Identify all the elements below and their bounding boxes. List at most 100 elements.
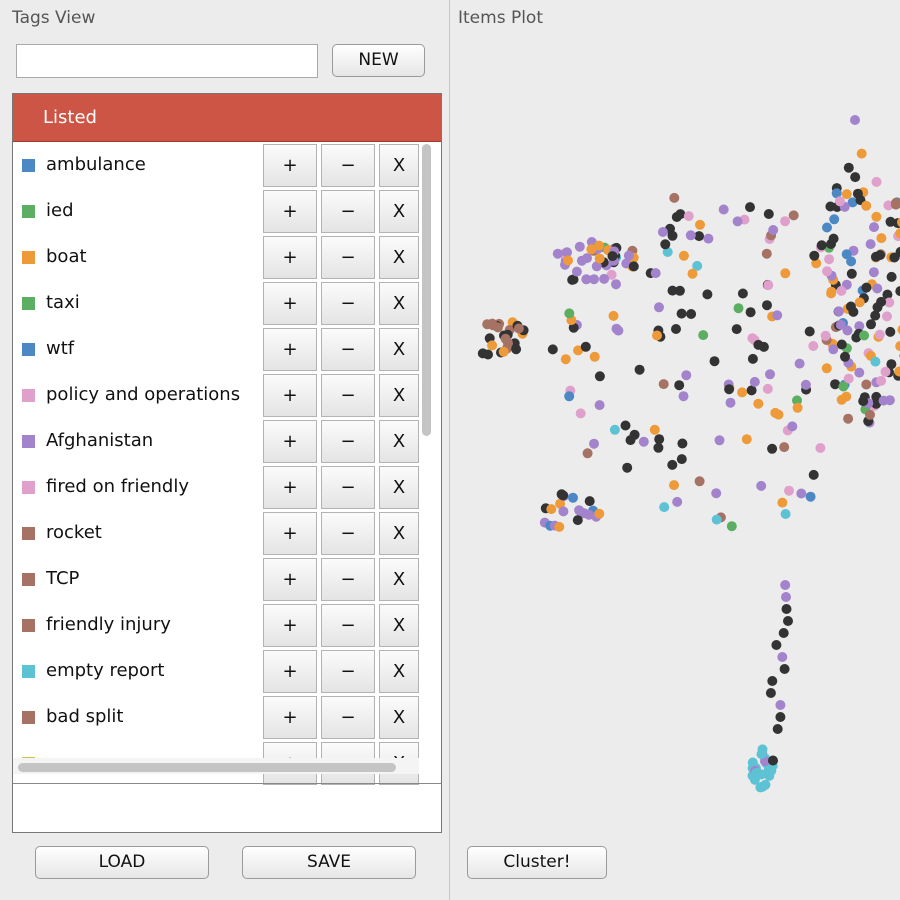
plot-point[interactable] xyxy=(737,387,748,398)
plot-point[interactable] xyxy=(850,115,860,125)
plot-point[interactable] xyxy=(829,214,840,225)
plot-point[interactable] xyxy=(554,521,565,532)
plot-point[interactable] xyxy=(828,344,839,355)
plot-point[interactable] xyxy=(778,628,789,638)
plot-point[interactable] xyxy=(854,367,865,378)
tag-plus-button[interactable]: + xyxy=(263,374,317,417)
plot-point[interactable] xyxy=(741,434,752,445)
tag-plus-button[interactable]: + xyxy=(263,282,317,325)
tag-minus-button[interactable]: − xyxy=(321,190,375,233)
plot-point[interactable] xyxy=(780,268,791,279)
tag-minus-button[interactable]: − xyxy=(321,144,375,187)
plot-point[interactable] xyxy=(843,162,854,173)
plot-point[interactable] xyxy=(772,310,783,321)
plot-point[interactable] xyxy=(895,341,900,352)
tag-plus-button[interactable]: + xyxy=(263,650,317,693)
tag-minus-button[interactable]: − xyxy=(321,650,375,693)
plot-point[interactable] xyxy=(718,204,729,215)
new-tag-button[interactable]: NEW xyxy=(332,44,425,77)
tag-plus-button[interactable]: + xyxy=(263,696,317,739)
tag-row[interactable]: boat + − X xyxy=(13,234,419,280)
plot-point[interactable] xyxy=(781,592,791,602)
plot-point[interactable] xyxy=(816,240,827,251)
plot-point[interactable] xyxy=(815,443,826,453)
tag-row[interactable]: TCP + − X xyxy=(13,556,419,602)
tag-minus-button[interactable]: − xyxy=(321,512,375,555)
tag-plus-button[interactable]: + xyxy=(263,512,317,555)
plot-point[interactable] xyxy=(822,266,833,277)
plot-point[interactable] xyxy=(638,436,649,447)
plot-point[interactable] xyxy=(861,200,872,211)
plot-point[interactable] xyxy=(788,210,799,221)
tag-delete-button[interactable]: X xyxy=(379,420,419,463)
plot-point[interactable] xyxy=(669,480,679,491)
plot-point[interactable] xyxy=(775,700,786,710)
plot-point[interactable] xyxy=(753,339,764,350)
plot-point[interactable] xyxy=(594,371,605,382)
vertical-scrollbar[interactable] xyxy=(422,144,431,436)
plot-point[interactable] xyxy=(703,233,714,244)
plot-point[interactable] xyxy=(547,344,558,355)
plot-point[interactable] xyxy=(698,330,709,341)
plot-point[interactable] xyxy=(674,380,685,391)
plot-point[interactable] xyxy=(767,676,778,686)
plot-point[interactable] xyxy=(872,302,883,313)
plot-point[interactable] xyxy=(607,251,618,262)
save-button[interactable]: SAVE xyxy=(242,846,416,879)
plot-point[interactable] xyxy=(611,279,621,290)
plot-point[interactable] xyxy=(622,462,633,473)
tag-row[interactable]: ambulance + − X xyxy=(13,142,419,188)
plot-point[interactable] xyxy=(654,302,664,313)
plot-point[interactable] xyxy=(833,306,844,317)
plot-point[interactable] xyxy=(685,230,696,241)
plot-point[interactable] xyxy=(768,225,779,235)
tag-minus-button[interactable]: − xyxy=(321,696,375,739)
plot-point[interactable] xyxy=(667,459,678,470)
tag-row[interactable]: Afghanistan + − X xyxy=(13,418,419,464)
plot-point[interactable] xyxy=(572,515,583,526)
plot-point[interactable] xyxy=(659,502,670,513)
plot-point[interactable] xyxy=(556,489,567,500)
plot-point[interactable] xyxy=(546,504,557,515)
plot-point[interactable] xyxy=(628,261,639,272)
plot-point[interactable] xyxy=(687,268,698,279)
plot-point[interactable] xyxy=(629,429,640,440)
plot-point[interactable] xyxy=(574,505,585,516)
tag-delete-button[interactable]: X xyxy=(379,604,419,647)
plot-point[interactable] xyxy=(876,375,887,386)
tag-row[interactable]: taxi + − X xyxy=(13,280,419,326)
horizontal-scrollbar[interactable] xyxy=(18,763,396,772)
plot-point[interactable] xyxy=(482,319,493,330)
plot-point[interactable] xyxy=(745,307,756,318)
plot-point[interactable] xyxy=(724,384,735,395)
plot-point[interactable] xyxy=(756,749,767,760)
plot-point[interactable] xyxy=(580,341,591,352)
tag-plus-button[interactable]: + xyxy=(263,236,317,279)
plot-point[interactable] xyxy=(634,364,645,375)
plot-point[interactable] xyxy=(805,491,816,502)
plot-point[interactable] xyxy=(658,379,669,390)
plot-point[interactable] xyxy=(586,244,597,255)
tag-delete-button[interactable]: X xyxy=(379,466,419,509)
plot-point[interactable] xyxy=(861,282,872,293)
plot-point[interactable] xyxy=(623,250,634,261)
plot-point[interactable] xyxy=(752,767,763,778)
tag-delete-button[interactable]: X xyxy=(379,236,419,279)
tag-minus-button[interactable]: − xyxy=(321,328,375,371)
tag-row[interactable]: wtf + − X xyxy=(13,326,419,372)
plot-point[interactable] xyxy=(582,253,592,264)
plot-point[interactable] xyxy=(876,233,887,244)
plot-point[interactable] xyxy=(671,324,681,334)
plot-point[interactable] xyxy=(652,330,662,341)
plot-point[interactable] xyxy=(780,216,791,227)
tag-row[interactable]: friendly injury + − X xyxy=(13,602,419,648)
plot-point[interactable] xyxy=(702,289,713,300)
plot-point[interactable] xyxy=(676,308,687,319)
plot-point[interactable] xyxy=(695,219,705,230)
plot-point[interactable] xyxy=(771,640,782,650)
plot-point[interactable] xyxy=(772,724,783,734)
plot-point[interactable] xyxy=(594,400,605,411)
tag-minus-button[interactable]: − xyxy=(321,558,375,601)
plot-point[interactable] xyxy=(838,381,849,392)
tag-delete-button[interactable]: X xyxy=(379,144,419,187)
